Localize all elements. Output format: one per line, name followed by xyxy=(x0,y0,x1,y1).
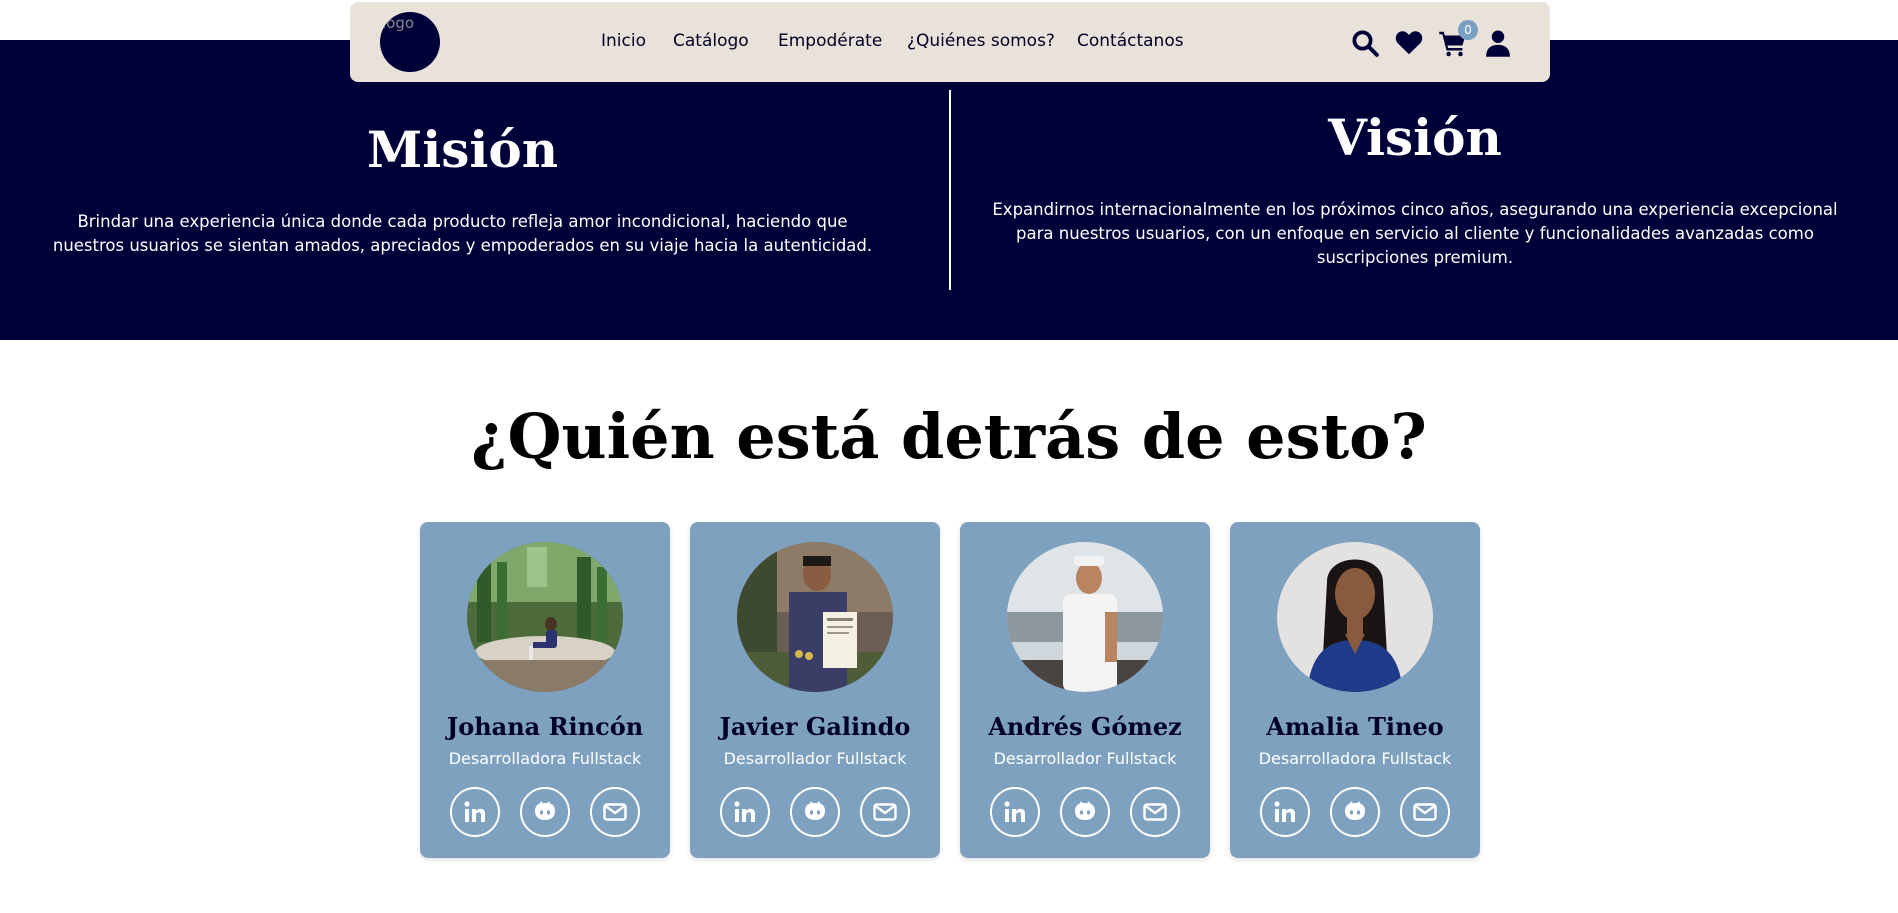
member-role: Desarrollador Fullstack xyxy=(993,749,1177,768)
member-name: Johana Rincón xyxy=(446,712,644,741)
cart-count-badge: 0 xyxy=(1458,20,1478,40)
team-card: Javier Galindo Desarrollador Fullstack xyxy=(690,522,940,858)
nav-link-quienes-somos[interactable]: ¿Quiénes somos? xyxy=(907,31,1055,51)
navbar: logo Inicio Catálogo Empodérate ¿Quiénes… xyxy=(350,2,1550,82)
vision-text: Expandirnos internacionalmente en los pr… xyxy=(992,200,1838,267)
member-role: Desarrolladora Fullstack xyxy=(1258,749,1452,768)
github-link[interactable] xyxy=(790,787,840,837)
avatar xyxy=(737,542,893,692)
team-section-title: ¿Quién está detrás de esto? xyxy=(471,400,1427,473)
github-link[interactable] xyxy=(1330,787,1380,837)
member-name: Javier Galindo xyxy=(719,712,911,741)
member-role: Desarrollador Fullstack xyxy=(723,749,907,768)
team-card: Andrés Gómez Desarrollador Fullstack xyxy=(960,522,1210,858)
search-icon[interactable] xyxy=(1350,28,1380,58)
linkedin-icon xyxy=(1274,801,1295,822)
vision-title: Visión xyxy=(1328,108,1502,167)
linkedin-link[interactable] xyxy=(720,787,770,837)
email-link[interactable] xyxy=(1400,787,1450,837)
email-icon xyxy=(603,803,627,821)
nav-link-empoderate[interactable]: Empodérate xyxy=(778,31,882,51)
linkedin-link[interactable] xyxy=(1260,787,1310,837)
linkedin-link[interactable] xyxy=(990,787,1040,837)
team-card: Johana Rincón Desarrolladora Fullstack xyxy=(420,522,670,858)
linkedin-icon xyxy=(1004,801,1025,822)
mission-title: Misión xyxy=(366,120,559,179)
user-icon[interactable] xyxy=(1483,28,1513,58)
github-icon xyxy=(805,801,825,820)
linkedin-icon xyxy=(464,801,485,822)
email-icon xyxy=(1413,803,1437,821)
linkedin-icon xyxy=(734,801,755,822)
avatar xyxy=(1277,542,1433,692)
member-name: Amalia Tineo xyxy=(1266,712,1444,741)
email-icon xyxy=(873,803,897,821)
avatar xyxy=(1007,542,1163,692)
mission-vision-section: Misión Brindar una experiencia única don… xyxy=(0,40,1898,340)
github-link[interactable] xyxy=(1060,787,1110,837)
email-link[interactable] xyxy=(1130,787,1180,837)
linkedin-link[interactable] xyxy=(450,787,500,837)
github-icon xyxy=(1075,801,1095,820)
github-link[interactable] xyxy=(520,787,570,837)
email-icon xyxy=(1143,803,1167,821)
mission-text: Brindar una experiencia única donde cada… xyxy=(52,212,873,255)
email-link[interactable] xyxy=(590,787,640,837)
team-card: Amalia Tineo Desarrolladora Fullstack xyxy=(1230,522,1480,858)
member-role: Desarrolladora Fullstack xyxy=(448,749,642,768)
avatar xyxy=(467,542,623,692)
nav-link-contactanos[interactable]: Contáctanos xyxy=(1077,31,1184,51)
heart-icon[interactable] xyxy=(1394,28,1424,58)
email-link[interactable] xyxy=(860,787,910,837)
github-icon xyxy=(1345,801,1365,820)
member-name: Andrés Gómez xyxy=(988,712,1182,741)
github-icon xyxy=(535,801,555,820)
nav-link-inicio[interactable]: Inicio xyxy=(601,31,646,51)
nav-link-catalogo[interactable]: Catálogo xyxy=(673,31,749,51)
